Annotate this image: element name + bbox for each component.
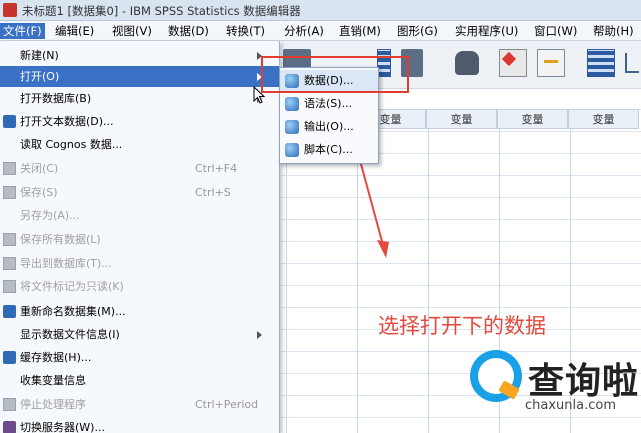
menu-item-label: 显示数据文件信息(I) xyxy=(20,328,120,341)
menu-item-label: 重新命名数据集(M)... xyxy=(20,305,126,318)
menu-data[interactable]: 数据(D) xyxy=(165,23,212,39)
file-menu-item-stop-processor[interactable]: 停止处理程序 Ctrl+Period xyxy=(0,394,279,415)
menu-transform[interactable]: 转换(T) xyxy=(223,23,268,39)
open-submenu-item-output[interactable]: 输出(O)... xyxy=(280,116,378,138)
file-menu-item-rename-dataset[interactable]: 重新命名数据集(M)... xyxy=(0,301,279,322)
file-menu-item-open-database[interactable]: 打开数据库(B) xyxy=(0,88,279,109)
file-menu-item-export-database[interactable]: 导出到数据库(T)... xyxy=(0,253,279,274)
stop-icon xyxy=(3,398,16,411)
submenu-arrow-icon xyxy=(257,331,262,339)
file-menu-item-read-cognos[interactable]: 读取 Cognos 数据... xyxy=(0,134,279,155)
menu-view[interactable]: 视图(V) xyxy=(109,23,155,39)
window-title: 未标题1 [数据集0] - IBM SPSS Statistics 数据编辑器 xyxy=(22,4,301,18)
column-header[interactable]: 变量 xyxy=(426,109,497,129)
menu-item-label: 导出到数据库(T)... xyxy=(20,257,112,270)
menu-bar: 文件(F) 编辑(E) 视图(V) 数据(D) 转换(T) 分析(A) 直销(M… xyxy=(0,21,641,41)
logo-domain: chaxunla.com xyxy=(525,398,616,413)
menu-item-label: 新建(N) xyxy=(20,49,59,62)
menu-analyze[interactable]: 分析(A) xyxy=(281,23,327,39)
menu-item-label: 输出(O)... xyxy=(304,120,354,133)
syntax-file-icon xyxy=(285,97,299,111)
save-all-icon xyxy=(3,233,16,246)
menu-item-label: 将文件标记为只读(K) xyxy=(20,280,124,293)
menu-item-label: 切换服务器(W)... xyxy=(20,421,105,433)
menu-item-label: 语法(S)... xyxy=(304,97,353,110)
menu-item-label: 打开(O) xyxy=(20,70,60,83)
menu-file[interactable]: 文件(F) xyxy=(0,23,45,39)
menu-graphs[interactable]: 图形(G) xyxy=(394,23,441,39)
menu-item-label: 脚本(C)... xyxy=(304,143,353,156)
menu-item-label: 读取 Cognos 数据... xyxy=(20,138,123,151)
menu-item-shortcut: Ctrl+S xyxy=(195,186,231,199)
close-file-icon xyxy=(3,162,16,175)
menu-utilities[interactable]: 实用程序(U) xyxy=(452,23,521,39)
file-menu-item-save[interactable]: 保存(S) Ctrl+S xyxy=(0,182,279,203)
output-file-icon xyxy=(285,120,299,134)
split-file-icon[interactable] xyxy=(587,49,615,77)
menu-help[interactable]: 帮助(H) xyxy=(590,23,637,39)
menu-item-label: 打开数据库(B) xyxy=(20,92,92,105)
weight-cases-icon[interactable] xyxy=(625,53,639,73)
menu-item-label: 打开文本数据(D)... xyxy=(20,115,114,128)
annotation-text: 选择打开下的数据 xyxy=(378,314,546,338)
file-menu-item-save-all[interactable]: 保存所有数据(L) xyxy=(0,229,279,250)
server-icon xyxy=(3,421,16,433)
lock-icon xyxy=(3,280,16,293)
magnifier-logo-icon xyxy=(470,350,522,402)
column-header[interactable]: 变量 xyxy=(568,109,639,129)
file-menu-item-close[interactable]: 关闭(C) Ctrl+F4 xyxy=(0,158,279,179)
chart-icon[interactable] xyxy=(537,49,565,77)
logo-name: 查询啦 xyxy=(528,361,640,402)
rename-icon xyxy=(3,305,16,318)
file-menu-item-switch-server[interactable]: 切换服务器(W)... xyxy=(0,417,279,433)
menu-item-label: 另存为(A)... xyxy=(20,209,80,222)
title-bar: 未标题1 [数据集0] - IBM SPSS Statistics 数据编辑器 xyxy=(0,0,641,21)
menu-item-label: 缓存数据(H)... xyxy=(20,351,92,364)
menu-edit[interactable]: 编辑(E) xyxy=(52,23,97,39)
highlight-box xyxy=(261,56,409,93)
spss-app-icon xyxy=(3,3,17,17)
file-menu-item-mark-read-only[interactable]: 将文件标记为只读(K) xyxy=(0,276,279,297)
export-db-icon xyxy=(3,257,16,270)
file-menu-item-display-file-info[interactable]: 显示数据文件信息(I) xyxy=(0,324,279,345)
menu-item-label: 保存(S) xyxy=(20,186,58,199)
file-menu-item-open[interactable]: 打开(O) xyxy=(0,66,279,87)
open-submenu-item-script[interactable]: 脚本(C)... xyxy=(280,139,378,161)
menu-item-shortcut: Ctrl+Period xyxy=(195,398,259,411)
text-data-icon xyxy=(3,115,16,128)
binoculars-icon[interactable] xyxy=(455,51,479,75)
file-menu-item-open-text-data[interactable]: 打开文本数据(D)... xyxy=(0,111,279,132)
file-menu-item-new[interactable]: 新建(N) xyxy=(0,45,279,66)
menu-item-label: 收集变量信息 xyxy=(20,374,86,387)
mouse-cursor-icon xyxy=(253,86,265,104)
file-menu-item-collect-variable-info[interactable]: 收集变量信息 xyxy=(0,370,279,391)
file-menu: 新建(N) 打开(O) 打开数据库(B) 打开文本数据(D)... 读取 Cog… xyxy=(0,41,280,433)
open-submenu-item-syntax[interactable]: 语法(S)... xyxy=(280,93,378,115)
column-header[interactable]: 变量 xyxy=(497,109,568,129)
menu-window[interactable]: 窗口(W) xyxy=(531,23,580,39)
file-menu-item-save-as[interactable]: 另存为(A)... xyxy=(0,205,279,226)
watermark-logo: 查询啦 chaxunla.com xyxy=(470,350,638,430)
save-icon xyxy=(3,186,16,199)
script-file-icon xyxy=(285,143,299,157)
cache-icon xyxy=(3,351,16,364)
insert-cases-icon[interactable] xyxy=(499,49,527,77)
menu-item-label: 关闭(C) xyxy=(20,162,59,175)
menu-item-shortcut: Ctrl+F4 xyxy=(195,162,238,175)
menu-item-label: 保存所有数据(L) xyxy=(20,233,101,246)
menu-item-label: 停止处理程序 xyxy=(20,398,86,411)
menu-direct-marketing[interactable]: 直销(M) xyxy=(336,23,384,39)
file-menu-item-cache-data[interactable]: 缓存数据(H)... xyxy=(0,347,279,368)
